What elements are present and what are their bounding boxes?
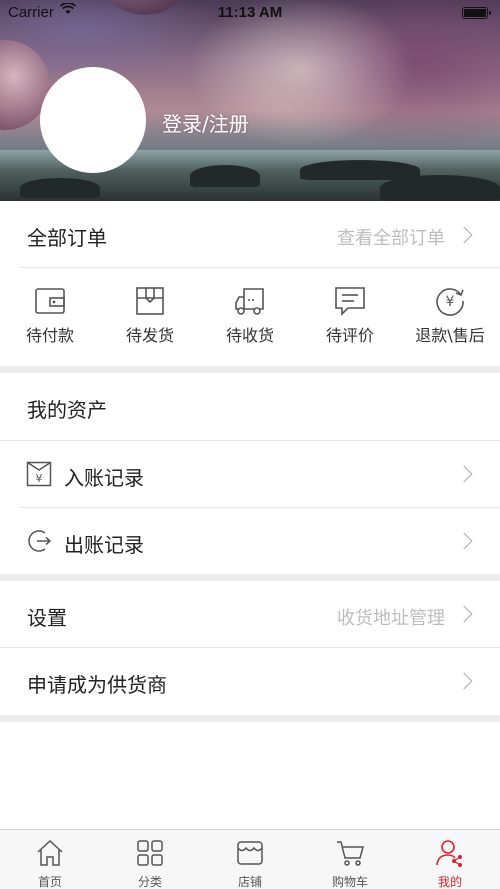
background-rock	[380, 175, 500, 201]
order-status-refund[interactable]: ¥ 退款\售后	[400, 268, 500, 366]
section-gap	[0, 715, 500, 722]
outgoing-records-label: 出账记录	[64, 533, 144, 557]
outgoing-icon	[28, 530, 52, 552]
settings-row[interactable]: 设置 收货地址管理	[0, 581, 500, 647]
svg-text:¥: ¥	[36, 472, 43, 485]
battery-icon	[462, 7, 491, 19]
become-supplier-row[interactable]: 申请成为供货商	[0, 648, 500, 715]
order-status-pending-review[interactable]: 待评价	[300, 268, 400, 366]
order-status-label: 退款\售后	[415, 326, 485, 345]
cart-icon	[337, 841, 364, 866]
tab-shop[interactable]: 店铺	[200, 830, 300, 889]
order-status-pending-payment[interactable]: 待付款	[0, 268, 100, 366]
order-status-label: 待评价	[325, 326, 374, 345]
order-status-label: 待付款	[25, 326, 74, 345]
wallet-icon	[35, 288, 65, 314]
package-icon	[136, 287, 164, 315]
all-orders-title: 全部订单	[27, 226, 107, 250]
profile-header: Carrier 11:13 AM 登录/注册	[0, 0, 500, 201]
chevron-right-icon	[455, 226, 473, 244]
battery-level	[464, 9, 486, 17]
become-supplier-label: 申请成为供货商	[27, 673, 167, 697]
background-rock	[190, 165, 260, 187]
profile-icon	[436, 840, 462, 867]
tab-home[interactable]: 首页	[0, 830, 100, 889]
order-status-label: 待收货	[225, 326, 274, 345]
tab-label: 店铺	[237, 875, 262, 889]
category-icon	[137, 840, 163, 866]
svg-text:¥: ¥	[446, 294, 455, 310]
status-bar: Carrier 11:13 AM	[0, 0, 500, 26]
truck-icon	[235, 288, 264, 315]
tab-cart[interactable]: 购物车	[300, 830, 400, 889]
tab-label: 我的	[437, 875, 462, 889]
address-management-link[interactable]: 收货地址管理	[337, 604, 445, 630]
tab-label: 购物车	[331, 875, 368, 889]
view-all-orders-link[interactable]: 查看全部订单	[337, 224, 445, 250]
income-icon: ¥	[26, 461, 52, 487]
income-records-row[interactable]: ¥ 入账记录	[0, 441, 500, 507]
bottom-tab-bar: 首页 分类 店铺 购物车 我的	[0, 829, 500, 889]
chevron-right-icon	[455, 532, 473, 550]
settings-title: 设置	[27, 606, 67, 630]
outgoing-records-row[interactable]: 出账记录	[0, 508, 500, 574]
chevron-right-icon	[455, 672, 473, 690]
tab-category[interactable]: 分类	[100, 830, 200, 889]
tab-profile[interactable]: 我的	[400, 830, 500, 889]
section-gap	[0, 366, 500, 373]
comment-icon	[335, 287, 365, 316]
tab-label: 分类	[137, 875, 162, 889]
order-status-label: 待发货	[125, 326, 174, 345]
my-assets-title: 我的资产	[27, 398, 107, 422]
income-records-label: 入账记录	[64, 466, 144, 490]
shop-icon	[237, 841, 263, 865]
home-icon	[37, 839, 63, 866]
order-status-pending-shipment[interactable]: 待发货	[100, 268, 200, 366]
avatar[interactable]	[40, 67, 146, 173]
all-orders-row[interactable]: 全部订单 查看全部订单	[0, 201, 500, 268]
order-status-bar: 待付款 待发货 待收货 待评价 ¥ 退款\售后	[0, 268, 500, 366]
tab-label: 首页	[37, 875, 62, 889]
my-assets-row: 我的资产	[0, 373, 500, 440]
refund-icon: ¥	[436, 288, 464, 316]
chevron-right-icon	[455, 605, 473, 623]
login-register-link[interactable]: 登录/注册	[162, 108, 249, 137]
clock: 11:13 AM	[217, 4, 283, 21]
order-status-pending-receipt[interactable]: 待收货	[200, 268, 300, 366]
section-gap	[0, 574, 500, 581]
background-rock	[20, 178, 100, 198]
chevron-right-icon	[455, 465, 473, 483]
